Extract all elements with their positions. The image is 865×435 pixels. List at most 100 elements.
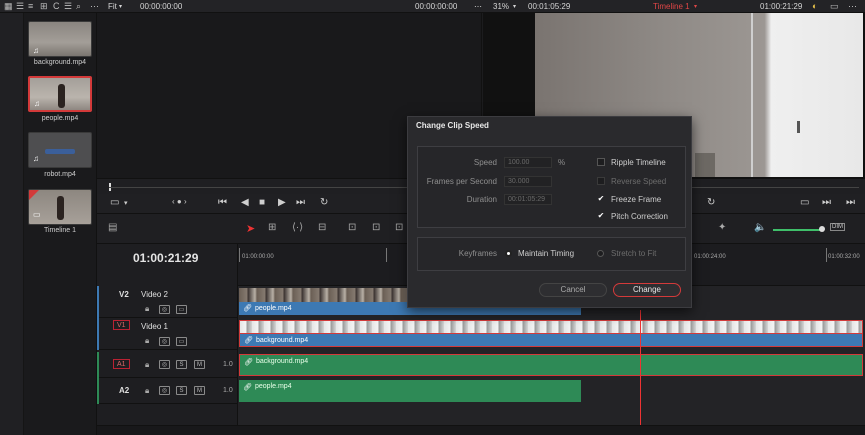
skip-end-icon[interactable]: ⏭ [296, 197, 305, 208]
skip-start-icon[interactable]: ⏮ [218, 197, 227, 208]
track-name-v1[interactable]: Video 1 [141, 322, 168, 331]
more-icon[interactable]: ⋯ [90, 1, 99, 12]
pitch-correction-checkbox[interactable]: ✔ [597, 212, 605, 220]
stretch-to-fit-label[interactable]: Stretch to Fit [611, 249, 656, 258]
clip-a1-background[interactable]: 🔗︎ background.mp4 [239, 354, 863, 376]
auto-select-toggle[interactable]: ◎ [159, 360, 170, 369]
more-icon[interactable]: ⋯ [848, 1, 857, 12]
cancel-button[interactable]: Cancel [539, 283, 607, 297]
blade-tool-icon[interactable]: ⊟ [318, 222, 326, 233]
lock-icon[interactable]: 🔒︎ [145, 360, 149, 370]
auto-select-toggle[interactable]: ◎ [159, 337, 170, 346]
jog-control[interactable]: ‹ ● › [172, 197, 187, 206]
maintain-timing-label[interactable]: Maintain Timing [518, 249, 574, 258]
auto-select-toggle[interactable]: ◎ [159, 386, 170, 395]
color-picker-icon[interactable]: ◐ [812, 1, 817, 11]
ripple-timeline-label[interactable]: Ripple Timeline [611, 158, 666, 167]
panel-icon[interactable]: ▦ [4, 1, 13, 12]
clip-thumbnail-robot[interactable]: ♫ [28, 132, 92, 168]
volume-slider[interactable] [773, 229, 821, 231]
track-id-v1[interactable]: V1 [113, 320, 130, 330]
change-button[interactable]: Change [613, 283, 681, 297]
reverse-speed-label[interactable]: Reverse Speed [611, 177, 666, 186]
track-id-a1[interactable]: A1 [113, 359, 130, 369]
person-figure [57, 196, 64, 220]
trim-tool-icon[interactable]: ⊞ [268, 222, 276, 233]
reverse-play-icon[interactable]: ◀ [241, 197, 249, 208]
marker-icon[interactable]: ✦ [718, 222, 726, 233]
ripple-timeline-checkbox[interactable] [597, 158, 605, 166]
play-icon[interactable]: ▶ [278, 197, 286, 208]
freeze-frame-label[interactable]: Freeze Frame [611, 195, 661, 204]
chevron-down-icon[interactable]: ▾ [694, 3, 697, 10]
metadata-icon[interactable]: ≡ [28, 1, 33, 11]
ruler-mark: 01:00:00:00 [242, 254, 274, 260]
speed-field[interactable]: 100.00 [504, 157, 552, 168]
more-options-icon[interactable]: ⋯ [474, 2, 482, 11]
program-timecode: 01:00:21:29 [760, 2, 803, 11]
lock-icon[interactable]: 🔒︎ [145, 304, 149, 314]
stretch-to-fit-radio[interactable] [597, 250, 604, 257]
volume-icon[interactable]: 🔈 [754, 222, 766, 233]
dim-audio-button[interactable]: DIM [830, 223, 845, 231]
dynamic-trim-icon[interactable]: ⟨·⟩ [292, 222, 303, 233]
clip-thumbnail-people[interactable]: ♫ [28, 76, 92, 112]
viewer-mode-icon[interactable]: ▭ [800, 197, 809, 208]
solo-button[interactable]: S [176, 386, 187, 395]
track-enable-toggle[interactable]: ▭ [176, 305, 187, 314]
clip-thumbnails-v1[interactable] [239, 320, 863, 334]
volume-slider-handle[interactable] [819, 226, 825, 232]
timeline-playhead[interactable] [640, 310, 641, 425]
mute-button[interactable]: M [194, 360, 205, 369]
clip-v1-background[interactable]: 🔗︎ background.mp4 [239, 334, 863, 347]
next-frame-icon[interactable]: ⏭ [822, 197, 831, 208]
timeline-timecode: 01:00:21:29 [133, 251, 199, 265]
pitch-correction-label[interactable]: Pitch Correction [611, 212, 668, 221]
track-name-v2[interactable]: Video 2 [141, 290, 168, 299]
dialog-title: Change Clip Speed [416, 121, 489, 130]
timeline-scroll-bar[interactable] [97, 425, 865, 435]
timeline-thumbnail[interactable]: ▭ [28, 189, 92, 225]
lock-icon[interactable]: 🔒︎ [145, 386, 149, 396]
overwrite-clip-icon[interactable]: ⊡ [372, 222, 380, 233]
chevron-down-icon[interactable]: ▾ [513, 3, 516, 10]
last-frame-icon[interactable]: ⏭ [846, 197, 855, 208]
track-enable-toggle[interactable]: ▭ [176, 337, 187, 346]
timeline-name[interactable]: Timeline 1 [653, 2, 690, 11]
selection-tool-icon[interactable]: ➤ [246, 222, 255, 235]
fps-field[interactable]: 30.000 [504, 176, 552, 187]
fps-label: Frames per Second [426, 177, 497, 186]
auto-select-toggle[interactable]: ◎ [159, 305, 170, 314]
viewer-zoom[interactable]: 31% [493, 2, 509, 11]
clip-name: people.mp4 [255, 305, 292, 312]
clip-name: background.mp4 [256, 337, 309, 344]
track-color-bar [97, 352, 99, 378]
mute-button[interactable]: M [194, 386, 205, 395]
clip-label-background: background.mp4 [33, 59, 87, 66]
list-view-icon[interactable]: ☰ [16, 1, 24, 12]
chevron-down-icon[interactable]: ▾ [119, 3, 122, 10]
view-options-icon[interactable]: ▭ [830, 1, 839, 12]
chevron-down-icon[interactable]: ▾ [124, 199, 128, 207]
duration-field[interactable]: 00:01:05:29 [504, 194, 552, 205]
sort-icon[interactable]: C [53, 1, 60, 11]
loop-icon[interactable]: ↻ [320, 197, 328, 208]
clip-a2-people[interactable]: 🔗︎ people.mp4 [239, 380, 581, 402]
thumbnail-view-icon[interactable]: ⊞ [40, 1, 48, 12]
lock-icon[interactable]: 🔒︎ [145, 336, 149, 346]
replace-clip-icon[interactable]: ⊡ [395, 222, 403, 233]
columns-icon[interactable]: ☰ [64, 1, 72, 12]
clip-thumbnail-background[interactable]: ♫ [28, 21, 92, 57]
stop-icon[interactable]: ■ [259, 197, 265, 208]
zoom-fit-select[interactable]: Fit [108, 2, 117, 11]
solo-button[interactable]: S [176, 360, 187, 369]
loop-icon[interactable]: ↻ [707, 197, 715, 208]
freeze-frame-checkbox[interactable]: ✔ [597, 195, 605, 203]
search-icon[interactable]: ⌕ [76, 1, 81, 12]
track-level-a1: 1.0 [223, 361, 233, 368]
timeline-view-icon[interactable]: ▤ [108, 222, 117, 233]
insert-clip-icon[interactable]: ⊡ [348, 222, 356, 233]
reverse-speed-checkbox[interactable] [597, 177, 605, 185]
viewer-options-icon[interactable]: ▭ [110, 197, 119, 208]
maintain-timing-radio[interactable] [505, 250, 512, 257]
